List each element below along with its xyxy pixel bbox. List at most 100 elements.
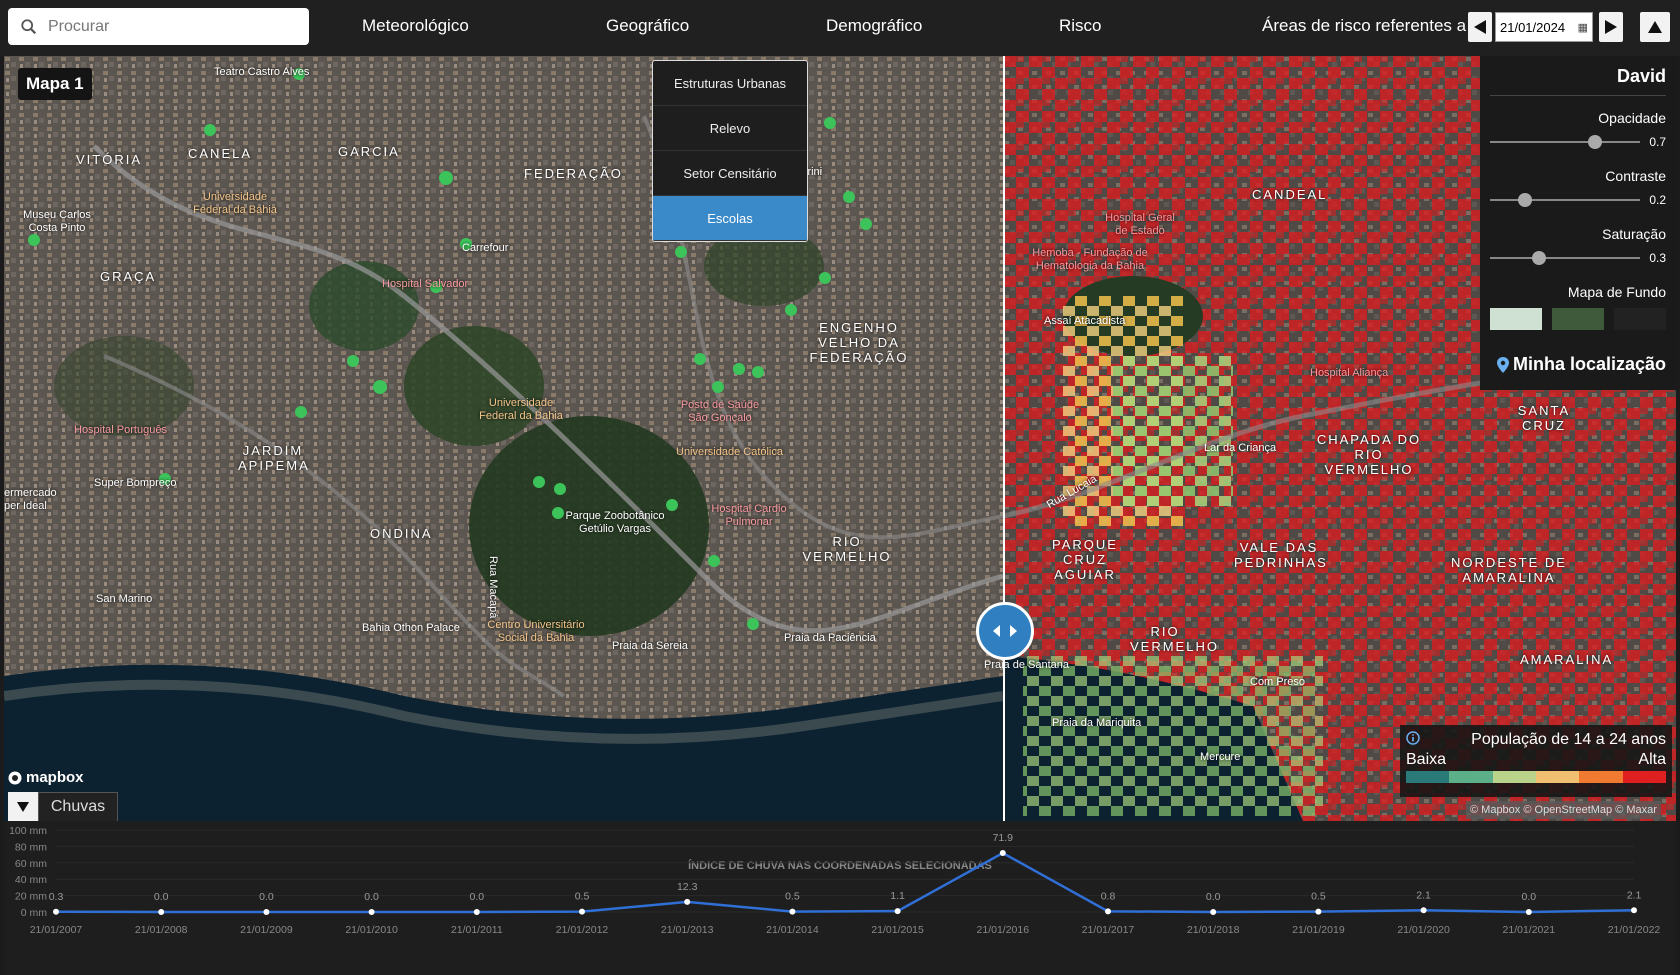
- search-box[interactable]: [8, 8, 309, 45]
- rain-value-label: 0.3: [49, 891, 64, 903]
- compare-slider-handle[interactable]: [976, 602, 1034, 660]
- rain-index-chart: ÍNDICE DE CHUVA NAS COORDENADAS SELECION…: [4, 821, 1676, 975]
- mapbox-brand: mapbox: [26, 769, 84, 786]
- rain-point: [684, 898, 691, 905]
- opacity-slider[interactable]: [1490, 135, 1641, 149]
- dropdown-option-setor-censitario[interactable]: Setor Censitário: [653, 151, 807, 196]
- x-tick-label: 21/01/2016: [977, 924, 1030, 936]
- prev-date-button[interactable]: [1468, 12, 1492, 42]
- rain-point: [1105, 908, 1111, 915]
- legend-color-2: [1492, 771, 1536, 783]
- x-tick-label: 21/01/2017: [1082, 924, 1135, 936]
- x-tick-label: 21/01/2019: [1292, 924, 1345, 936]
- dropdown-option-escolas[interactable]: Escolas: [653, 196, 807, 241]
- rain-value-label: 0.8: [1101, 890, 1116, 902]
- contrast-slider-thumb[interactable]: [1518, 193, 1532, 207]
- rain-value-label: 0.5: [785, 891, 800, 903]
- contrast-label: Contraste: [1605, 168, 1666, 184]
- rain-point: [1420, 907, 1427, 914]
- x-tick-label: 21/01/2014: [766, 924, 819, 936]
- map-compare-container[interactable]: VITÓRIA CANELA GARCIA FEDERAÇÃO GRAÇA EN…: [4, 56, 1676, 821]
- y-tick-label: 100 mm: [9, 825, 47, 837]
- risk-date-input[interactable]: 21/01/2024 ▦: [1495, 12, 1593, 42]
- rain-value-label: 2.1: [1416, 889, 1431, 901]
- rain-value-label: 0.0: [364, 891, 379, 903]
- x-tick-label: 21/01/2015: [871, 924, 924, 936]
- compare-divider[interactable]: [1003, 56, 1005, 821]
- x-tick-label: 21/01/2010: [345, 924, 398, 936]
- rain-point: [473, 909, 480, 915]
- legend-color-5: [1622, 771, 1666, 783]
- layer-dropdown[interactable]: Estruturas Urbanas Relevo Setor Censitár…: [652, 60, 808, 242]
- y-tick-label: 20 mm: [15, 891, 47, 903]
- mapbox-icon: [8, 771, 22, 784]
- nav-meteorologico[interactable]: Meteorológico: [362, 16, 469, 36]
- map-title: Mapa 1: [18, 68, 92, 100]
- contrast-value: 0.2: [1649, 193, 1666, 207]
- location-pin-icon: [1496, 356, 1509, 373]
- rain-point: [263, 909, 270, 915]
- saturation-label: Saturação: [1602, 226, 1666, 242]
- saturation-slider[interactable]: [1490, 251, 1641, 265]
- basemap-satellite-thumb[interactable]: [1552, 308, 1604, 330]
- map-left-satellite[interactable]: [4, 56, 1003, 821]
- dropdown-option-relevo[interactable]: Relevo: [653, 106, 807, 151]
- my-location-label: Minha localização: [1512, 354, 1666, 374]
- y-tick-label: 0 mm: [21, 907, 48, 919]
- calendar-icon: ▦: [1577, 21, 1588, 34]
- search-input[interactable]: [48, 17, 288, 36]
- legend-color-0: [1406, 771, 1450, 783]
- risk-date-label: Áreas de risco referentes a: [1262, 16, 1467, 35]
- opacity-value: 0.7: [1649, 135, 1666, 149]
- chuvas-tab[interactable]: Chuvas: [38, 792, 118, 821]
- x-tick-label: 21/01/2013: [661, 924, 714, 936]
- x-tick-label: 21/01/2012: [556, 924, 609, 936]
- x-tick-label: 21/01/2007: [30, 924, 83, 936]
- legend-color-3: [1535, 771, 1580, 783]
- rain-point: [368, 909, 375, 915]
- x-tick-label: 21/01/2021: [1503, 924, 1556, 936]
- y-tick-label: 80 mm: [15, 841, 47, 853]
- left-right-arrows-icon: [993, 625, 1017, 637]
- y-tick-label: 60 mm: [15, 858, 47, 870]
- nav-geografico[interactable]: Geográfico: [606, 16, 689, 36]
- basemap-streets-thumb[interactable]: [1490, 308, 1542, 330]
- rain-value-label: 0.5: [1311, 891, 1326, 903]
- nav-risco[interactable]: Risco: [1059, 16, 1102, 36]
- map-attribution[interactable]: © Mapbox © OpenStreetMap © Maxar: [1466, 801, 1661, 819]
- rain-value-label: 0.0: [469, 891, 484, 903]
- arrow-right-icon: [1605, 20, 1617, 34]
- basemap-label: Mapa de Fundo: [1567, 284, 1666, 300]
- chuvas-toggle-button[interactable]: [8, 792, 38, 821]
- dropdown-option-estruturas-urbanas[interactable]: Estruturas Urbanas: [653, 61, 807, 106]
- search-icon: [21, 18, 37, 34]
- layer-settings-panel: David Opacidade 0.7 Contraste 0.2 Satura…: [1480, 56, 1676, 390]
- rain-point: [1315, 908, 1322, 915]
- opacity-slider-thumb[interactable]: [1588, 135, 1602, 149]
- collapse-panel-button[interactable]: [1640, 12, 1670, 42]
- rain-value-label: 0.0: [154, 891, 169, 903]
- basemap-dark-thumb[interactable]: [1614, 308, 1666, 330]
- x-tick-label: 21/01/2011: [451, 924, 503, 936]
- chart-title: ÍNDICE DE CHUVA NAS COORDENADAS SELECION…: [688, 859, 992, 872]
- contrast-slider[interactable]: [1490, 193, 1641, 207]
- saturation-slider-thumb[interactable]: [1532, 251, 1546, 265]
- rain-point: [1210, 909, 1217, 915]
- rain-point: [579, 908, 585, 915]
- my-location-button[interactable]: Minha localização: [1490, 354, 1666, 375]
- population-legend: População de 14 a 24 anos Baixa Alta: [1400, 725, 1672, 797]
- info-icon[interactable]: [1406, 731, 1420, 750]
- x-tick-label: 21/01/2022: [1608, 924, 1661, 936]
- nav-demografico[interactable]: Demográfico: [826, 16, 922, 36]
- rain-point: [894, 908, 901, 915]
- rain-value-label: 1.1: [890, 890, 905, 902]
- x-tick-label: 21/01/2008: [135, 924, 188, 936]
- rain-value-label: 0.5: [575, 891, 590, 903]
- next-date-button[interactable]: [1599, 12, 1623, 42]
- rain-value-label: 71.9: [993, 832, 1014, 844]
- legend-title: População de 14 a 24 anos: [1471, 731, 1666, 748]
- opacity-label: Opacidade: [1598, 110, 1666, 126]
- arrow-left-icon: [1474, 20, 1486, 34]
- user-name: David: [1490, 66, 1666, 96]
- rain-point: [999, 850, 1006, 857]
